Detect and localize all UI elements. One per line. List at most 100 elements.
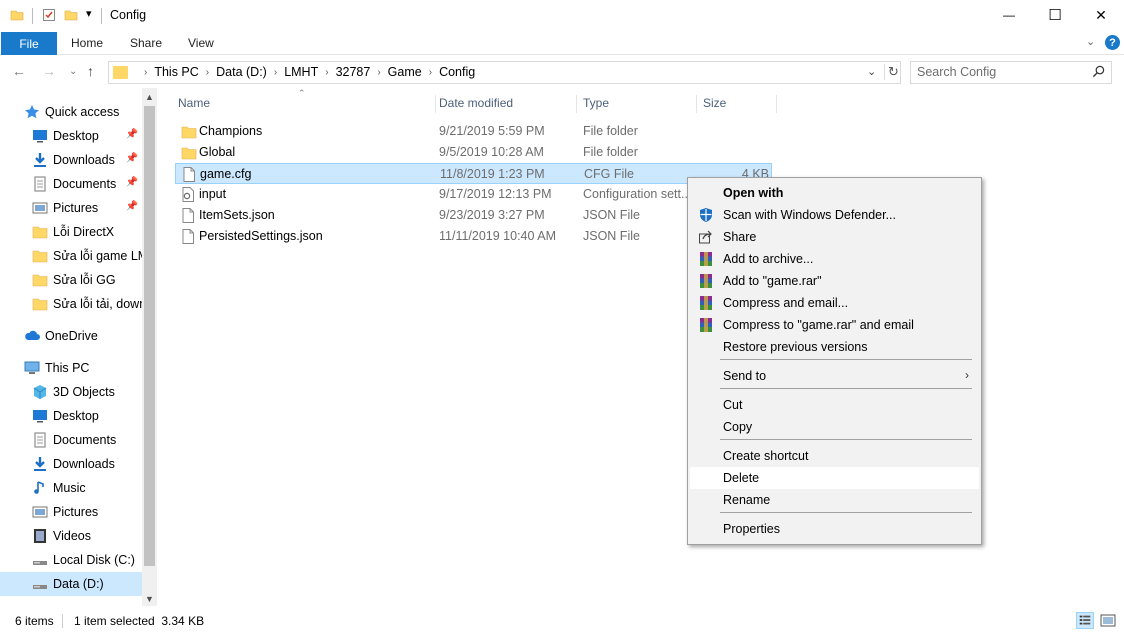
breadcrumb-separator-icon[interactable]: › (325, 67, 328, 78)
expand-ribbon-chevron-icon[interactable]: ⌄ (1086, 35, 1095, 48)
menu-item[interactable]: Compress to "game.rar" and email (690, 314, 979, 336)
breadcrumb-item[interactable]: LMHT (284, 65, 318, 79)
menu-item[interactable]: Copy (690, 416, 979, 438)
tab-home[interactable]: Home (71, 36, 103, 50)
scroll-down-icon[interactable]: ▼ (145, 594, 154, 604)
sidebar-item[interactable]: 3D Objects (0, 380, 142, 404)
sidebar-item[interactable]: Local Disk (C:) (0, 548, 142, 572)
minimize-button[interactable]: — (986, 0, 1032, 30)
pin-icon[interactable]: 📌 (126, 129, 138, 140)
quick-access-dropdown-icon[interactable]: ▾ (86, 7, 92, 20)
file-name: ItemSets.json (199, 208, 275, 222)
column-header-name[interactable]: Name (172, 95, 436, 113)
file-row[interactable]: input 9/17/2019 12:13 PM Configuration set… (175, 184, 772, 205)
pin-icon[interactable]: 📌 (126, 177, 138, 188)
sidebar-item[interactable]: Documents 📌 (0, 172, 142, 196)
properties-icon[interactable] (42, 8, 56, 25)
cube-icon (32, 384, 48, 400)
address-dropdown-chevron-icon[interactable]: ⌄ (867, 65, 876, 78)
sidebar-item[interactable]: Sửa lỗi tải, down (0, 292, 142, 316)
menu-separator (720, 359, 972, 360)
folder-icon (32, 224, 48, 240)
menu-item[interactable]: Restore previous versions (690, 336, 979, 358)
pin-icon[interactable]: 📌 (126, 201, 138, 212)
sidebar-item[interactable]: Quick access (0, 100, 142, 124)
back-arrow-icon[interactable]: ← (12, 63, 26, 79)
sidebar-item[interactable]: Pictures (0, 500, 142, 524)
menu-item[interactable]: Cut (690, 394, 979, 416)
menu-item[interactable]: Open with (690, 182, 979, 204)
new-folder-icon[interactable] (64, 8, 78, 25)
breadcrumb-item[interactable]: 32787 (336, 65, 371, 79)
close-button[interactable]: ✕ (1078, 0, 1124, 30)
sidebar-item[interactable]: Data (D:) (0, 572, 142, 596)
up-arrow-icon[interactable]: ↑ (87, 63, 94, 79)
search-box[interactable] (910, 61, 1112, 84)
sidebar-item[interactable]: Sửa lỗi game LM (0, 244, 142, 268)
recent-locations-chevron-icon[interactable]: ⌄ (69, 66, 77, 77)
file-row[interactable]: game.cfg 11/8/2019 1:23 PM CFG File 4 KB (175, 163, 772, 184)
breadcrumb-separator-icon[interactable]: › (144, 67, 147, 78)
maximize-button[interactable]: ☐ (1032, 0, 1078, 30)
breadcrumb-separator-icon[interactable]: › (274, 67, 277, 78)
forward-arrow-icon[interactable]: → (42, 63, 56, 79)
sidebar-item[interactable]: Videos (0, 524, 142, 548)
tab-file[interactable]: File (1, 32, 57, 55)
sidebar-item[interactable]: Documents (0, 428, 142, 452)
file-row[interactable]: Champions 9/21/2019 5:59 PM File folder (175, 121, 772, 142)
refresh-icon[interactable]: ↻ (884, 64, 900, 80)
details-view-icon[interactable] (1076, 612, 1094, 629)
breadcrumb-item[interactable]: This PC (154, 65, 198, 79)
sidebar-item-label: Pictures (53, 201, 99, 215)
scrollbar-thumb[interactable] (144, 106, 155, 566)
sidebar-item[interactable]: Sửa lỗi GG (0, 268, 142, 292)
winrar-icon (698, 251, 714, 267)
menu-item[interactable]: Add to archive... (690, 248, 979, 270)
menu-item[interactable]: Compress and email... (690, 292, 979, 314)
sidebar-item[interactable]: This PC (0, 356, 142, 380)
folder-icon (32, 296, 48, 312)
file-row[interactable]: ItemSets.json 9/23/2019 3:27 PM JSON File (175, 205, 772, 226)
folder-icon (32, 248, 48, 264)
sidebar-scrollbar[interactable]: ▲ ▼ (142, 88, 157, 606)
column-header-size[interactable]: Size (697, 95, 777, 113)
scroll-up-icon[interactable]: ▲ (145, 92, 154, 102)
sidebar-item[interactable]: OneDrive (0, 324, 142, 348)
separator (101, 8, 102, 24)
menu-item[interactable]: Send to › (690, 365, 979, 387)
sidebar-item[interactable]: Music (0, 476, 142, 500)
breadcrumb-separator-icon[interactable]: › (429, 67, 432, 78)
breadcrumb-separator-icon[interactable]: › (206, 67, 209, 78)
tab-view[interactable]: View (188, 36, 214, 50)
sidebar-item[interactable]: Downloads 📌 (0, 148, 142, 172)
large-icons-view-icon[interactable] (1099, 612, 1117, 629)
sidebar-item[interactable]: Pictures 📌 (0, 196, 142, 220)
menu-item[interactable]: Rename (690, 489, 979, 511)
menu-item[interactable]: Create shortcut (690, 445, 979, 467)
menu-item[interactable]: Share (690, 226, 979, 248)
breadcrumb-item[interactable]: Data (D:) (216, 65, 267, 79)
file-row[interactable]: PersistedSettings.json 11/11/2019 10:40 A… (175, 226, 772, 247)
file-row[interactable]: Global 9/5/2019 10:28 AM File folder (175, 142, 772, 163)
sidebar-item[interactable]: Desktop 📌 (0, 124, 142, 148)
search-icon[interactable] (1092, 65, 1105, 78)
tab-share[interactable]: Share (130, 36, 162, 50)
menu-item[interactable]: Delete (690, 467, 979, 489)
menu-item[interactable]: Properties (690, 518, 979, 540)
search-input[interactable] (917, 62, 1087, 82)
address-bar[interactable]: › This PC › Data (D:) › LMHT › 32787 › Game › Confi… (108, 61, 901, 84)
ribbon-tabs: File Home Share View ⌄ ? (0, 31, 1124, 55)
sidebar-item[interactable]: Lỗi DirectX (0, 220, 142, 244)
breadcrumb-item[interactable]: Config (439, 65, 475, 79)
sidebar-item[interactable]: Downloads (0, 452, 142, 476)
help-icon[interactable]: ? (1105, 35, 1120, 50)
breadcrumb-separator-icon[interactable]: › (377, 67, 380, 78)
column-header-date[interactable]: Date modified (433, 95, 577, 113)
menu-item[interactable]: Scan with Windows Defender... (690, 204, 979, 226)
breadcrumb-item[interactable]: Game (388, 65, 422, 79)
column-header-type[interactable]: Type (577, 95, 697, 113)
sidebar-item[interactable]: Desktop (0, 404, 142, 428)
menu-item[interactable]: Add to "game.rar" (690, 270, 979, 292)
pin-icon[interactable]: 📌 (126, 153, 138, 164)
file-type: CFG File (584, 167, 634, 181)
